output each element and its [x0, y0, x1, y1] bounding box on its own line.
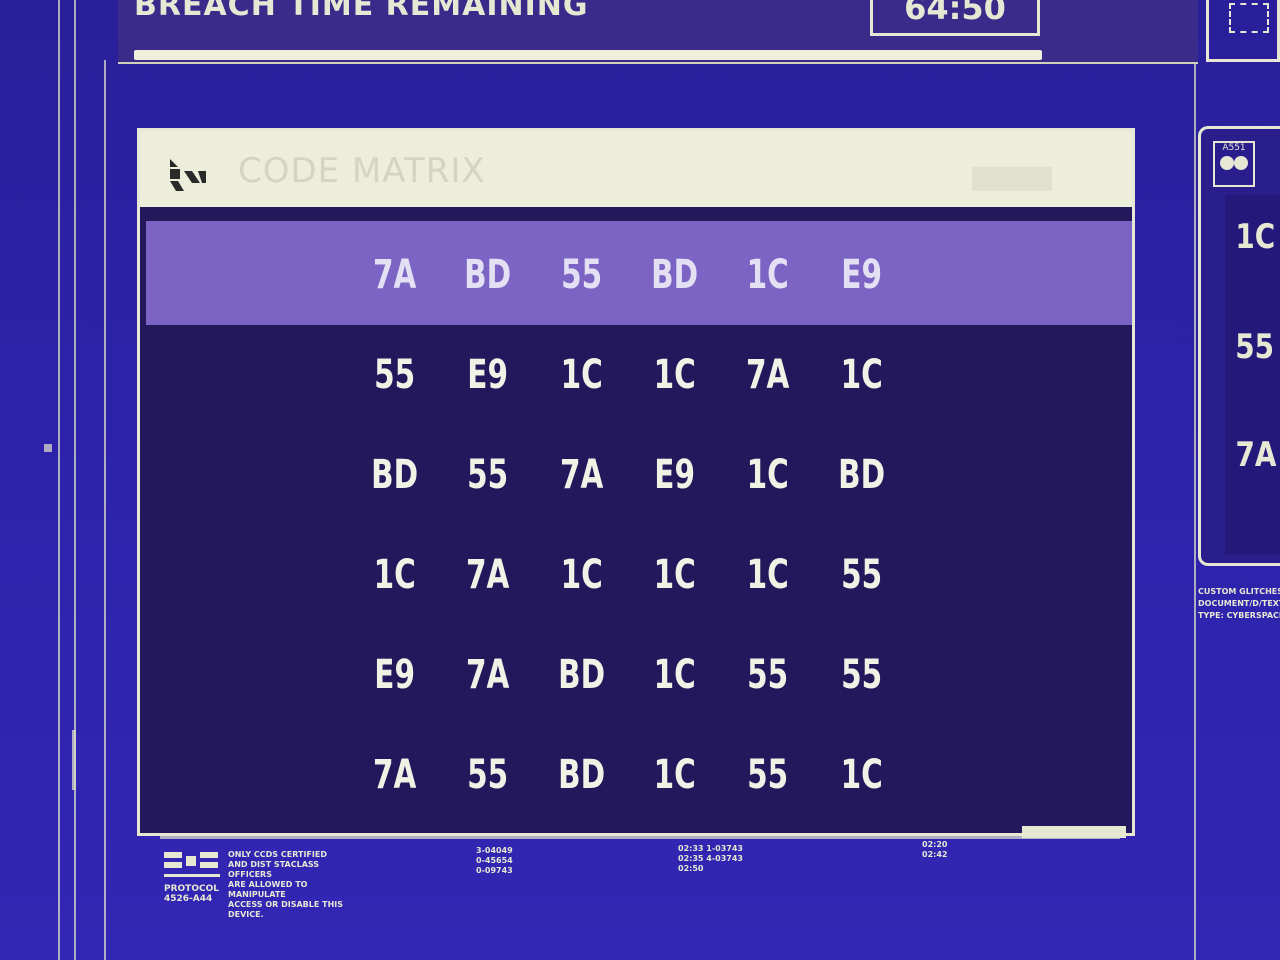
breach-timer: 64:50	[870, 0, 1040, 36]
matrix-row: BD 55 7A E9 1C BD	[348, 425, 908, 525]
data-line: 0-09743	[476, 866, 513, 875]
matrix-cell[interactable]: 55	[450, 752, 527, 798]
data-line: 02:42	[922, 850, 948, 859]
buffer-value: 1C	[1235, 217, 1276, 257]
data-line: 0-45654	[476, 856, 513, 865]
matrix-cell[interactable]: 1C	[543, 552, 620, 598]
code-matrix-title: CODE MATRIX	[238, 151, 486, 191]
matrix-cell[interactable]: BD	[356, 452, 433, 498]
protocol-label: PROTOCOL	[164, 884, 219, 894]
buffer-caption-line: DOCUMENT/D/TEXT	[1198, 599, 1280, 608]
matrix-cell[interactable]: 1C	[636, 552, 713, 598]
matrix-cell[interactable]: 55	[730, 752, 807, 798]
matrix-row: 1C 7A 1C 1C 1C 55	[348, 525, 908, 625]
matrix-cell[interactable]: 7A	[450, 552, 527, 598]
matrix-cell[interactable]: BD	[543, 652, 620, 698]
protocol-note-line: ARE ALLOWED TO MANIPULATE	[228, 880, 308, 899]
frame-line-right	[1194, 60, 1196, 960]
frame-line-left-outer	[58, 0, 60, 960]
frame-line-left-dot	[44, 444, 52, 452]
matrix-cell[interactable]: 7A	[543, 452, 620, 498]
protocol-block: PROTOCOL 4526-A44 ONLY CCDS CERTIFIED AN…	[164, 850, 344, 919]
frame-line-left-vertical-accent	[72, 730, 76, 790]
buffer-caption-line: CUSTOM GLITCHES	[1198, 587, 1280, 596]
frame-line-left-third	[104, 60, 106, 960]
buffer-chip-icon: A551	[1213, 141, 1255, 187]
data-block-1: 3-04049 0-45654 0-09743	[476, 846, 513, 876]
protocol-note-line: AND DIST STACLASS OFFICERS	[228, 860, 320, 879]
frame-line-bottom	[160, 836, 1120, 839]
matrix-cell[interactable]: 1C	[636, 352, 713, 398]
frame-line-left-inner	[74, 0, 76, 960]
data-block-2: 02:33 1-03743 02:35 4-03743 02:50	[678, 844, 743, 874]
matrix-cell[interactable]: BD	[450, 252, 527, 298]
matrix-row: 55 E9 1C 1C 7A 1C	[348, 325, 908, 425]
buffer-caption: CUSTOM GLITCHES DOCUMENT/D/TEXT TYPE: CY…	[1198, 586, 1280, 622]
corner-dash-icon	[1229, 3, 1269, 33]
buffer-value: 55	[1235, 327, 1275, 367]
code-matrix-logo-icon	[170, 159, 206, 191]
matrix-cell[interactable]: BD	[823, 452, 900, 498]
breach-progress-bar	[134, 50, 1042, 60]
buffer-caption-line: TYPE: CYBERSPACE	[1198, 611, 1280, 620]
matrix-cell[interactable]: 7A	[450, 652, 527, 698]
matrix-row: 7A 55 BD 1C 55 1C	[348, 725, 908, 825]
matrix-cell[interactable]: E9	[356, 652, 433, 698]
buffer-panel: A551 1C 55 7A	[1198, 126, 1280, 566]
chip-dots-icon	[1220, 156, 1248, 170]
matrix-cell[interactable]: BD	[543, 752, 620, 798]
data-line: 02:50	[678, 864, 704, 873]
protocol-note-line: ONLY CCDS CERTIFIED	[228, 850, 327, 859]
code-matrix-grid: 7A BD 55 BD 1C E9 55 E9 1C 1C 7A 1C BD 55 7A E9 1C BD 1C 7A…	[348, 225, 908, 825]
matrix-cell[interactable]: E9	[823, 252, 900, 298]
matrix-cell[interactable]: 55	[543, 252, 620, 298]
matrix-cell[interactable]: 7A	[356, 752, 433, 798]
matrix-row: E9 7A BD 1C 55 55	[348, 625, 908, 725]
buffer-value: 7A	[1235, 435, 1277, 475]
code-matrix-panel: CODE MATRIX 7A BD 55 BD 1C E9 55 E9 1C 1C 7A 1C BD 55…	[137, 128, 1135, 836]
matrix-cell[interactable]: 1C	[823, 352, 900, 398]
buffer-icon-label: A551	[1222, 143, 1246, 153]
protocol-code: 4526-A44	[164, 894, 213, 904]
footer-mini-bar	[1022, 826, 1126, 838]
matrix-cell[interactable]: E9	[636, 452, 713, 498]
matrix-cell[interactable]: 7A	[730, 352, 807, 398]
matrix-cell[interactable]: 55	[823, 552, 900, 598]
matrix-cell[interactable]: BD	[636, 252, 713, 298]
matrix-cell[interactable]: 1C	[730, 452, 807, 498]
matrix-cell[interactable]: E9	[450, 352, 527, 398]
breach-time-label: BREACH TIME REMAINING	[134, 0, 589, 23]
protocol-note-line: ACCESS OR DISABLE THIS DEVICE.	[228, 900, 343, 919]
matrix-cell[interactable]: 1C	[636, 652, 713, 698]
matrix-cell[interactable]: 1C	[636, 752, 713, 798]
matrix-cell[interactable]: 55	[450, 452, 527, 498]
code-matrix-header: CODE MATRIX	[140, 131, 1132, 207]
matrix-row: 7A BD 55 BD 1C E9	[348, 225, 908, 325]
matrix-cell[interactable]: 1C	[823, 752, 900, 798]
matrix-cell[interactable]: 1C	[730, 252, 807, 298]
matrix-cell[interactable]: 7A	[356, 252, 433, 298]
data-line: 02:20	[922, 840, 948, 849]
protocol-logo-icon	[164, 852, 220, 877]
matrix-cell[interactable]: 55	[823, 652, 900, 698]
data-block-3: 02:20 02:42	[922, 840, 947, 860]
matrix-cell[interactable]: 55	[730, 652, 807, 698]
matrix-cell[interactable]: 1C	[730, 552, 807, 598]
corner-indicator	[1206, 0, 1280, 62]
matrix-cell[interactable]: 1C	[543, 352, 620, 398]
data-line: 02:35 4-03743	[678, 854, 743, 863]
protocol-notes: ONLY CCDS CERTIFIED AND DIST STACLASS OF…	[228, 850, 348, 920]
data-line: 02:33 1-03743	[678, 844, 743, 853]
header-decor	[972, 167, 1052, 191]
matrix-cell[interactable]: 1C	[356, 552, 433, 598]
matrix-cell[interactable]: 55	[356, 352, 433, 398]
data-line: 3-04049	[476, 846, 513, 855]
